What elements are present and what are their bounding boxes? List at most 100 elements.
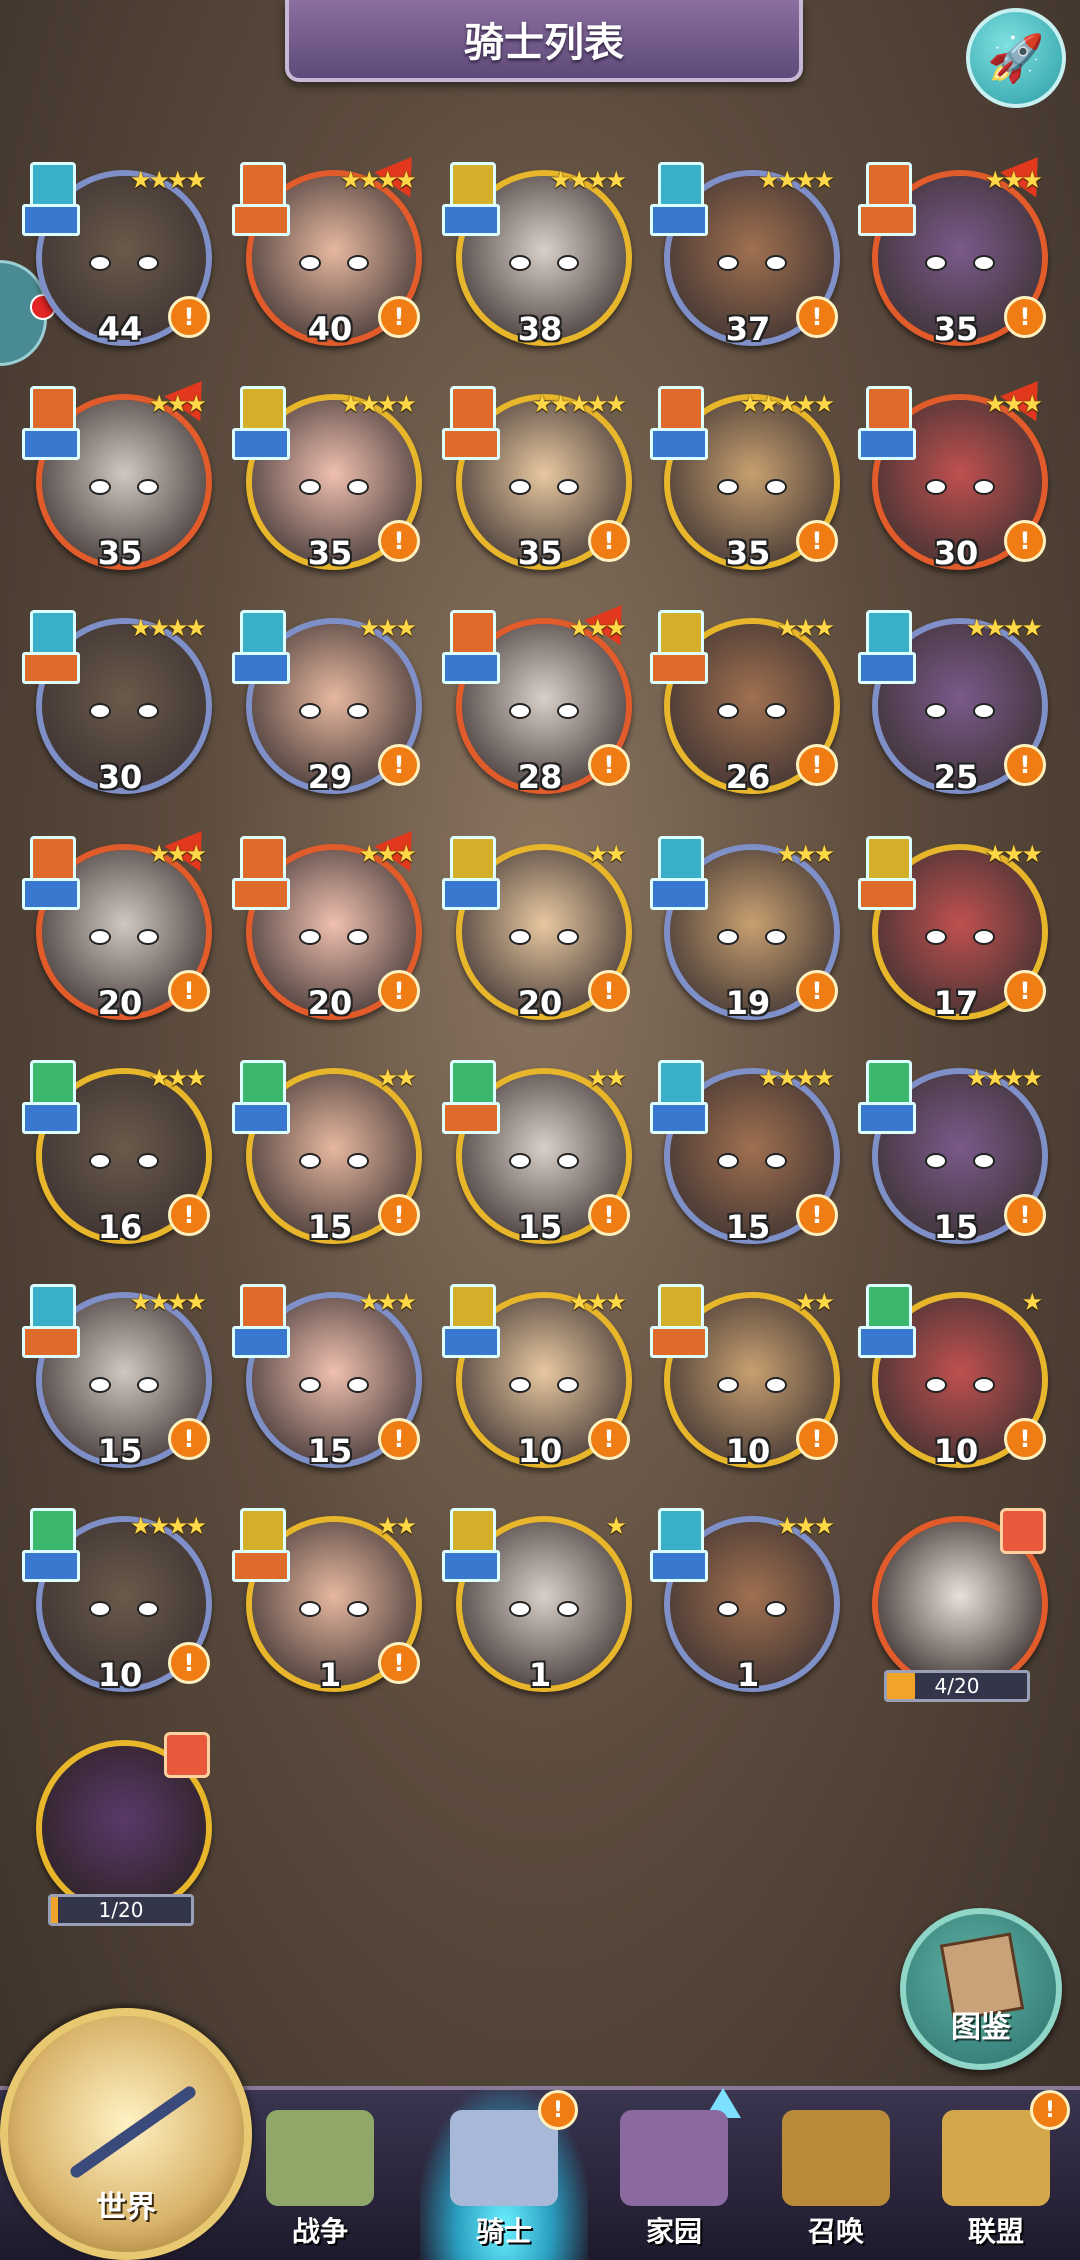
- nav-alliance-badge: !: [1030, 2090, 1070, 2130]
- knight-fragment-card[interactable]: 1/20: [30, 1732, 212, 1926]
- knight-card[interactable]: ★★★ 35!: [858, 144, 1056, 348]
- star-rating: ★★★: [776, 1512, 835, 1540]
- knight-card[interactable]: ★★★ 35: [22, 368, 220, 572]
- nav-alliance[interactable]: ! 联盟: [912, 2090, 1080, 2260]
- knight-eyes: [509, 254, 579, 271]
- star-rating: ★★★★: [965, 1064, 1043, 1092]
- nav-summon-label: 召唤: [807, 2215, 864, 2248]
- alert-badge: !: [588, 520, 630, 562]
- codex-button[interactable]: 图鉴: [900, 1908, 1062, 2070]
- rocket-icon[interactable]: 🚀: [966, 8, 1066, 108]
- knight-card[interactable]: ★★★ 19!: [650, 836, 840, 1022]
- alert-badge: !: [168, 1194, 210, 1236]
- page-title-banner: 骑士列表: [285, 0, 803, 82]
- nav-knights-badge: !: [538, 2090, 578, 2130]
- knight-level: 30: [97, 758, 143, 796]
- class-icon: [240, 1060, 286, 1106]
- class-icon: [866, 610, 912, 656]
- knight-fragment-card[interactable]: 4/20: [866, 1508, 1048, 1702]
- knight-eyes: [89, 928, 159, 945]
- star-rating: ★★★: [568, 1288, 627, 1316]
- class-icon: [658, 162, 704, 208]
- knight-card[interactable]: ★ 10!: [858, 1284, 1048, 1470]
- world-button[interactable]: 世界: [0, 2008, 252, 2260]
- knight-level: 15: [307, 1432, 353, 1470]
- knight-card[interactable]: ★★ 15!: [232, 1060, 422, 1246]
- knight-card[interactable]: ★★★ 26!: [650, 610, 840, 796]
- knight-card[interactable]: ★★★ 17!: [858, 836, 1048, 1022]
- knight-card[interactable]: ★★★★ 25!: [858, 610, 1048, 796]
- knight-card[interactable]: ★★★ 15!: [232, 1284, 422, 1470]
- knight-card[interactable]: ★★★★ 15!: [650, 1060, 840, 1246]
- fragment-progress-text: 1/20: [98, 1898, 144, 1922]
- role-icon: [650, 1326, 708, 1358]
- star-rating: ★★★: [776, 614, 835, 642]
- role-icon: [22, 1326, 80, 1358]
- knight-card[interactable]: ★★★★ 40!: [232, 144, 430, 348]
- knight-card[interactable]: ★★★★ 35!: [232, 386, 422, 572]
- knight-card[interactable]: ★★★★ 37!: [650, 162, 840, 348]
- role-icon: [650, 1550, 708, 1582]
- alert-badge: !: [168, 296, 210, 338]
- alert-badge: !: [588, 1418, 630, 1460]
- knight-card[interactable]: ★★★★ 15!: [22, 1284, 212, 1470]
- knight-eyes: [89, 1600, 159, 1617]
- knight-eyes: [717, 1376, 787, 1393]
- alert-badge: !: [168, 970, 210, 1012]
- knight-card[interactable]: ★★ 1!: [232, 1508, 422, 1694]
- knight-level: 10: [725, 1432, 771, 1470]
- knight-card[interactable]: ★★★★★ 35!: [442, 386, 632, 572]
- knight-eyes: [299, 928, 369, 945]
- knight-eyes: [299, 478, 369, 495]
- knight-card[interactable]: ★★★★ 38: [442, 162, 632, 348]
- knight-eyes: [925, 1376, 995, 1393]
- knight-card[interactable]: ★★ 15!: [442, 1060, 632, 1246]
- knight-card[interactable]: ★★★★ 30: [22, 610, 212, 796]
- knight-card[interactable]: ★★★ 29!: [232, 610, 422, 796]
- knight-level: 37: [725, 310, 771, 348]
- knight-card[interactable]: ★★★ 20!: [232, 818, 430, 1022]
- nav-knights[interactable]: ! 骑士: [420, 2090, 588, 2260]
- knight-eyes: [717, 1152, 787, 1169]
- nav-war[interactable]: 战争: [236, 2090, 404, 2260]
- knight-eyes: [89, 1152, 159, 1169]
- knight-level: 17: [933, 984, 979, 1022]
- alert-badge: !: [378, 520, 420, 562]
- role-icon: [22, 652, 80, 684]
- fragment-progress-text: 4/20: [934, 1674, 980, 1698]
- knight-card[interactable]: ★★ 10!: [650, 1284, 840, 1470]
- knight-card[interactable]: ★★★ 10!: [442, 1284, 632, 1470]
- knight-card[interactable]: ★★★ 20!: [22, 818, 220, 1022]
- knight-level: 1: [528, 1656, 552, 1694]
- role-icon: [22, 204, 80, 236]
- star-rating: ★★★: [984, 166, 1043, 194]
- role-icon: [232, 652, 290, 684]
- knight-level: 26: [725, 758, 771, 796]
- alert-badge: !: [796, 970, 838, 1012]
- alert-badge: !: [796, 744, 838, 786]
- role-icon: [442, 204, 500, 236]
- alert-badge: !: [378, 1642, 420, 1684]
- knight-eyes: [509, 1376, 579, 1393]
- knight-card[interactable]: ★★★★ 15!: [858, 1060, 1048, 1246]
- knight-card[interactable]: ★★ 20!: [442, 836, 632, 1022]
- knight-card[interactable]: ★★★ 30!: [858, 368, 1056, 572]
- star-rating: ★★★: [148, 840, 207, 868]
- knight-card[interactable]: ★★★★★ 35!: [650, 386, 840, 572]
- knight-card[interactable]: ★ 1: [442, 1508, 632, 1694]
- star-rating: ★★★★: [129, 166, 207, 194]
- knight-card[interactable]: ★★★ 28!: [442, 592, 640, 796]
- knight-card[interactable]: ★★★★ 10!: [22, 1508, 212, 1694]
- knight-card[interactable]: ★★★ 16!: [22, 1060, 212, 1246]
- knight-level: 35: [97, 534, 143, 572]
- class-icon: [658, 1508, 704, 1554]
- house-icon: [620, 2110, 728, 2206]
- nav-home[interactable]: 家园: [590, 2090, 758, 2260]
- nav-summon[interactable]: 召唤: [752, 2090, 920, 2260]
- knight-card[interactable]: ★★★ 1: [650, 1508, 840, 1694]
- knight-eyes: [925, 254, 995, 271]
- star-rating: ★★★★: [757, 1064, 835, 1092]
- class-icon: [240, 386, 286, 432]
- star-rating: ★★: [376, 1512, 417, 1540]
- knight-card[interactable]: ★★★★ 44!: [22, 162, 212, 348]
